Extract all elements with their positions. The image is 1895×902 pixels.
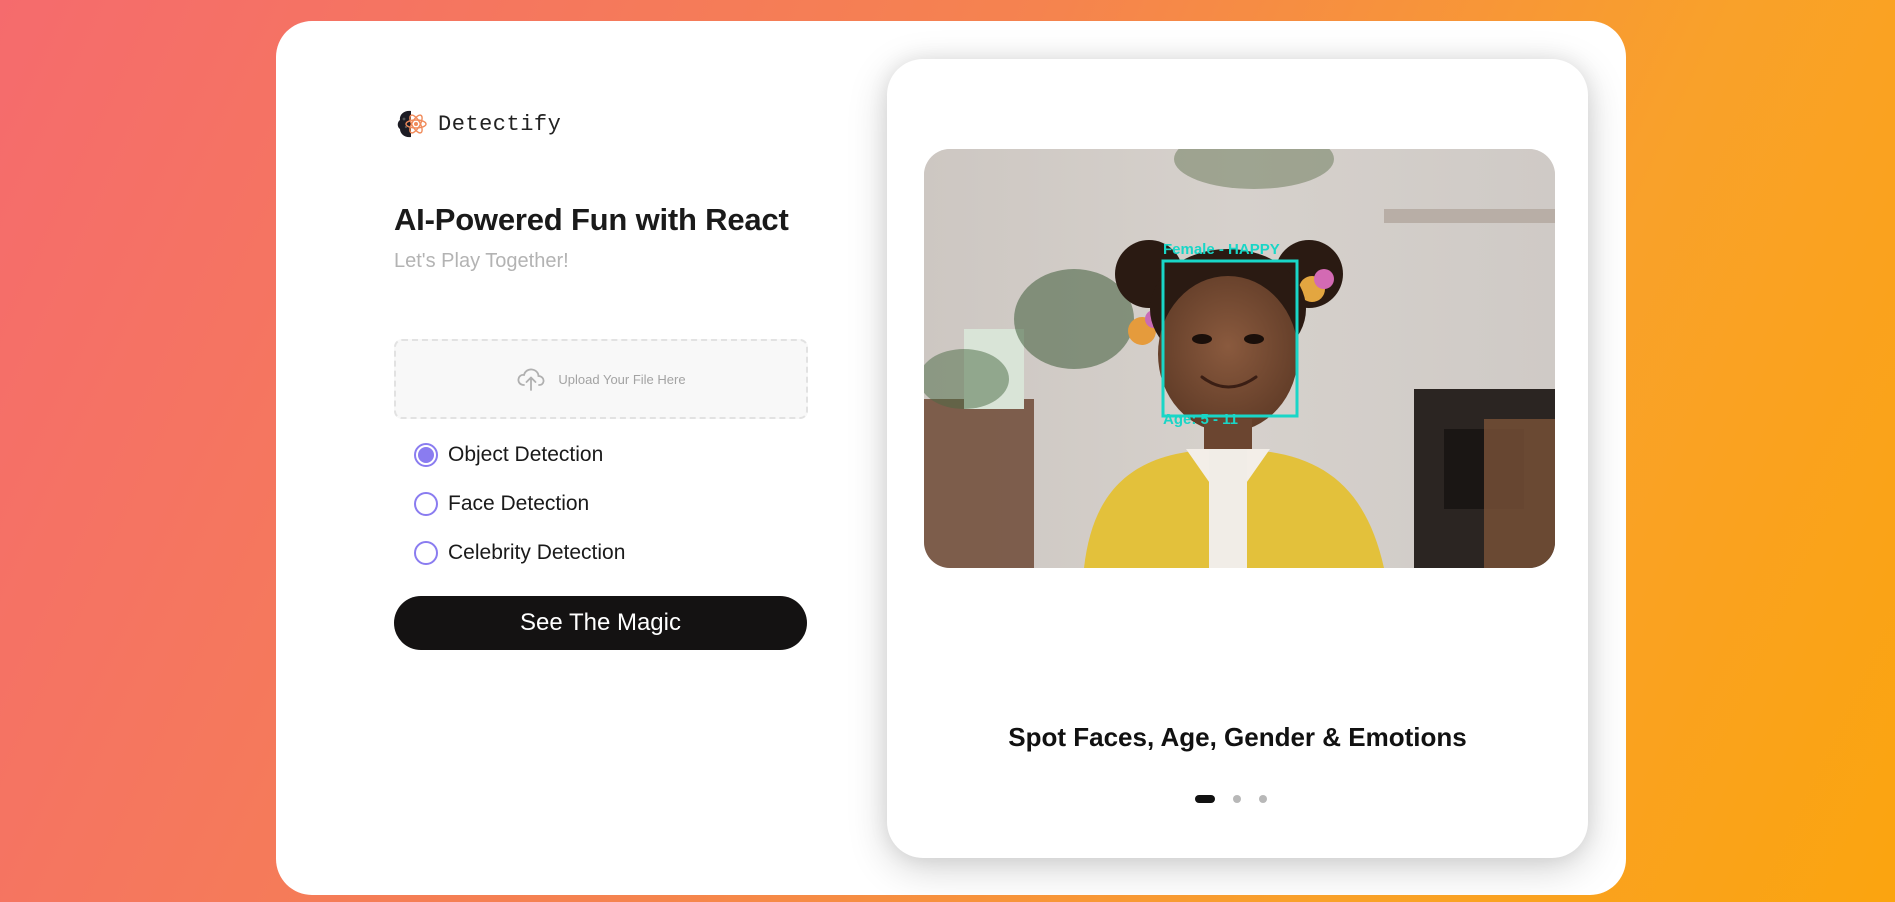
brain-atom-icon [397, 110, 427, 138]
showcase-card: Female - HAPPY Age: 5 - 11 Spot Faces, A… [887, 59, 1588, 858]
option-object-detection[interactable]: Object Detection [414, 441, 625, 469]
radio-face-detection[interactable] [414, 492, 438, 516]
sample-photo: Female - HAPPY Age: 5 - 11 [924, 149, 1555, 568]
brand[interactable]: Detectify [394, 107, 561, 141]
radio-celebrity-detection[interactable] [414, 541, 438, 565]
cloud-upload-icon [517, 368, 545, 391]
option-label: Object Detection [448, 443, 604, 466]
child-portrait-illustration [924, 149, 1555, 568]
carousel-dot-2[interactable] [1233, 795, 1241, 803]
carousel-dot-3[interactable] [1259, 795, 1267, 803]
option-label: Celebrity Detection [448, 541, 626, 564]
option-label: Face Detection [448, 492, 590, 515]
carousel-indicators [1195, 795, 1267, 803]
page-title: AI-Powered Fun with React [394, 202, 789, 237]
showcase-caption: Spot Faces, Age, Gender & Emotions [1008, 722, 1467, 752]
file-upload-dropzone[interactable]: Upload Your File Here [394, 339, 808, 419]
face-label-gender-emotion: Female - HAPPY [1163, 241, 1280, 258]
upload-label: Upload Your File Here [558, 371, 686, 387]
see-the-magic-button[interactable]: See The Magic [394, 596, 807, 650]
option-face-detection[interactable]: Face Detection [414, 490, 625, 518]
detection-options: Object Detection Face Detection Celebrit… [414, 441, 625, 588]
main-card: Detectify AI-Powered Fun with React Let'… [276, 21, 1626, 895]
brand-name: Detectify [438, 111, 562, 137]
face-label-age: Age: 5 - 11 [1163, 411, 1239, 428]
option-celebrity-detection[interactable]: Celebrity Detection [414, 539, 625, 567]
page-subtitle: Let's Play Together! [394, 250, 569, 272]
carousel-dot-1[interactable] [1195, 795, 1215, 803]
radio-object-detection[interactable] [414, 443, 438, 467]
